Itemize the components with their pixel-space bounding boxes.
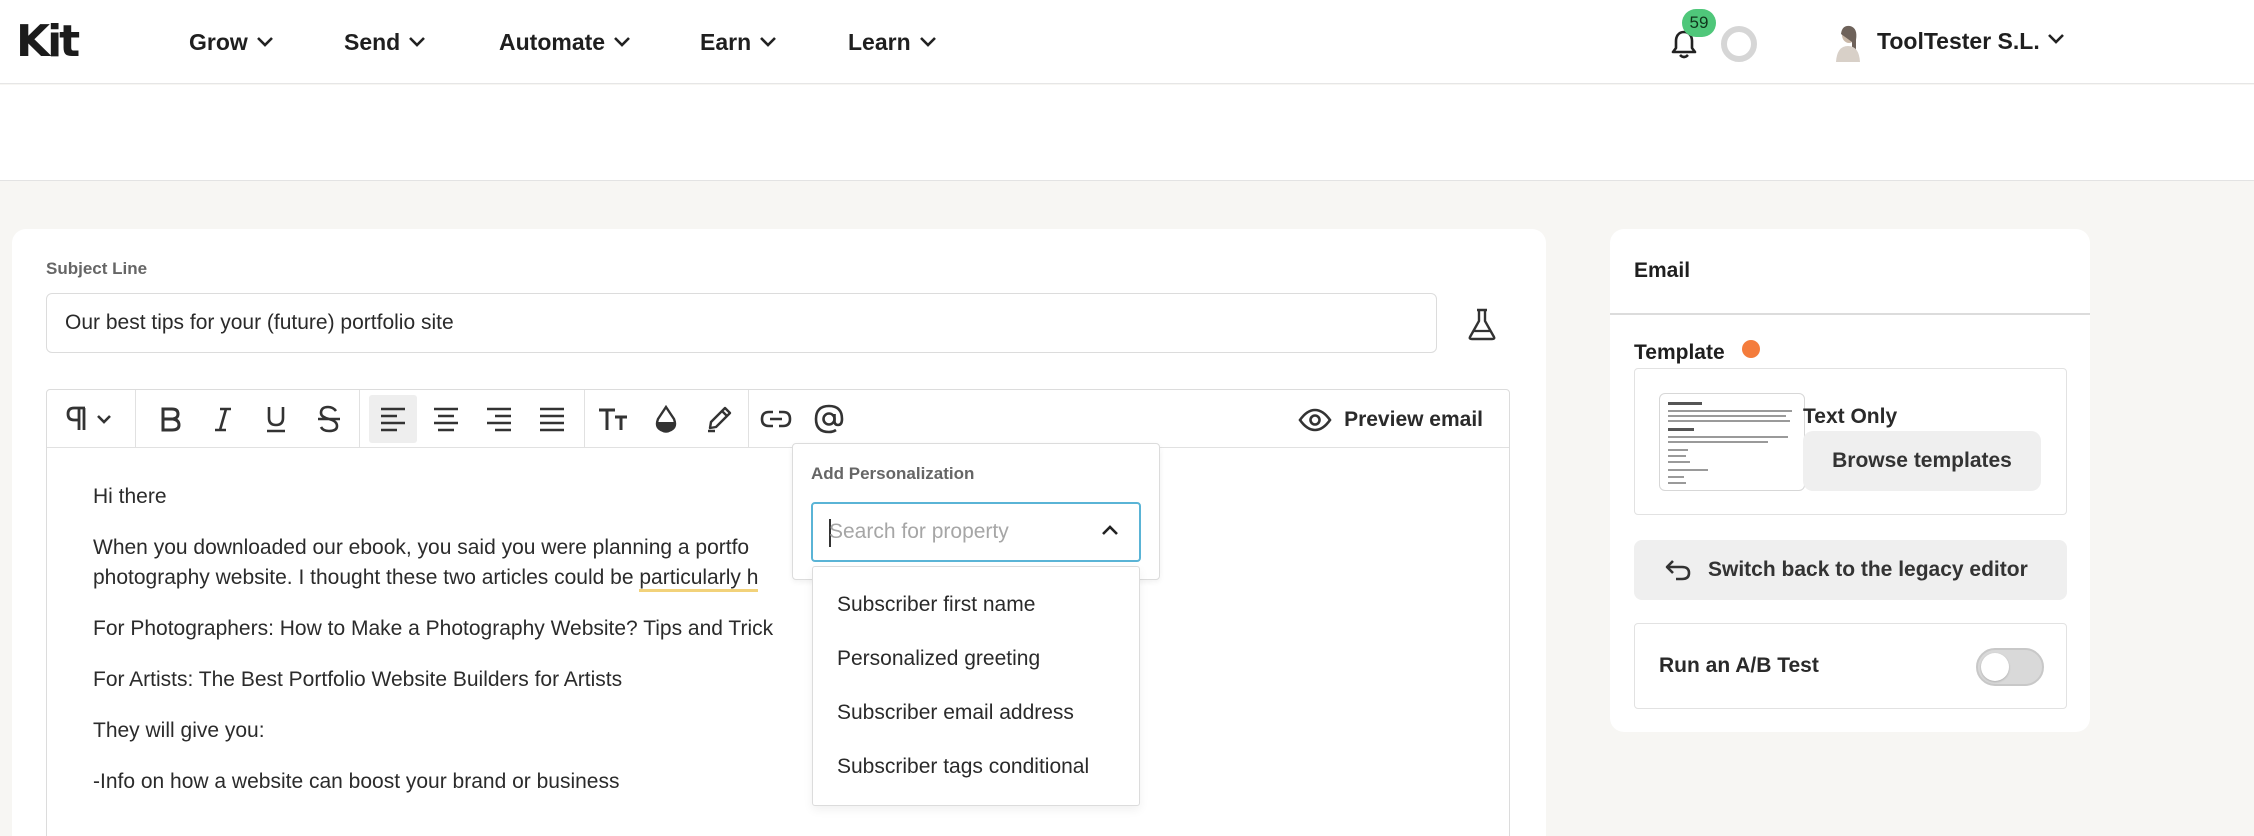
nav-automate-label: Automate — [499, 28, 606, 55]
align-center-icon — [434, 407, 458, 432]
highlighter-icon — [708, 406, 732, 433]
personalization-button[interactable] — [805, 395, 853, 443]
email-body-line[interactable]: When you downloaded our ebook, you said … — [93, 533, 749, 563]
link-button[interactable] — [752, 395, 800, 443]
nav-automate[interactable]: Automate — [499, 28, 631, 56]
undo-icon — [1665, 560, 1691, 581]
nav-grow-label: Grow — [189, 28, 248, 55]
nav-learn[interactable]: Learn — [848, 28, 937, 56]
email-body-line[interactable]: For Artists: The Best Portfolio Website … — [93, 665, 622, 695]
template-thumbnail[interactable] — [1659, 393, 1805, 491]
preview-email-button[interactable]: Preview email — [1298, 402, 1483, 438]
add-personalization-title: Add Personalization — [811, 464, 975, 483]
align-left-button[interactable] — [369, 395, 417, 443]
switch-legacy-editor-button[interactable]: Switch back to the legacy editor — [1634, 540, 2067, 600]
panel-title: Email — [1634, 259, 1691, 282]
highlight-button[interactable] — [695, 395, 743, 443]
email-body-line[interactable]: -Info on how a website can boost your br… — [93, 767, 619, 797]
loading-indicator — [1721, 26, 1757, 62]
font-size-icon — [599, 408, 627, 430]
paragraph-icon — [66, 406, 111, 430]
email-body-line[interactable]: They will give you: — [93, 716, 265, 746]
nav-earn[interactable]: Earn — [700, 28, 777, 56]
paragraph-style-dropdown[interactable] — [55, 395, 125, 443]
align-justify-icon — [540, 407, 564, 432]
subject-line-input[interactable]: Our best tips for your (future) portfoli… — [46, 293, 1437, 353]
nav-send-label: Send — [344, 28, 401, 55]
strikethrough-button[interactable] — [305, 395, 353, 443]
chevron-down-icon — [919, 37, 936, 47]
align-left-icon — [381, 407, 405, 432]
chevron-down-icon — [760, 37, 777, 47]
align-right-button[interactable] — [475, 395, 523, 443]
spellcheck-highlight: particularly h — [639, 566, 759, 592]
toolbar-divider — [359, 390, 360, 448]
template-name: Text Only — [1803, 405, 1898, 428]
underline-button[interactable] — [252, 395, 300, 443]
option-subscriber-tags-conditional[interactable]: Subscriber tags conditional — [837, 755, 1089, 779]
email-body-line[interactable]: For Photographers: How to Make a Photogr… — [93, 614, 773, 644]
option-subscriber-first-name[interactable]: Subscriber first name — [837, 593, 1035, 617]
option-subscriber-email-address[interactable]: Subscriber email address — [837, 701, 1074, 725]
toolbar-divider — [748, 390, 749, 448]
option-personalized-greeting[interactable]: Personalized greeting — [837, 647, 1040, 671]
link-icon — [760, 410, 792, 428]
align-center-button[interactable] — [422, 395, 470, 443]
property-options-list: Subscriber first name Personalized greet… — [812, 566, 1140, 806]
template-card: Text Only Browse templates — [1634, 368, 2067, 515]
align-right-icon — [487, 407, 511, 432]
text-color-button[interactable] — [642, 395, 690, 443]
switch-legacy-editor-label: Switch back to the legacy editor — [1708, 558, 2028, 581]
flask-icon[interactable] — [1464, 306, 1500, 342]
chevron-up-icon[interactable] — [1101, 524, 1119, 536]
email-body-line[interactable]: Hi there — [93, 482, 167, 512]
bold-button[interactable] — [146, 395, 194, 443]
toolbar-divider — [135, 390, 136, 448]
underline-icon — [267, 407, 285, 433]
rich-text-editor: Preview email Hi there When you download… — [46, 389, 1510, 836]
strikethrough-icon — [318, 405, 340, 433]
bold-icon — [161, 407, 181, 432]
toolbar-divider — [584, 390, 585, 448]
preview-email-label: Preview email — [1344, 408, 1483, 431]
nav-earn-label: Earn — [700, 28, 752, 55]
property-search-input[interactable]: Search for property — [811, 502, 1141, 562]
chevron-down-icon[interactable] — [2047, 33, 2065, 45]
email-settings-panel: Email Template Text Only Browse template… — [1610, 229, 2090, 732]
property-search-placeholder: Search for property — [829, 520, 1009, 543]
kit-logo[interactable]: Kit — [16, 20, 80, 64]
sub-header — [0, 85, 2254, 181]
avatar[interactable] — [1832, 24, 1864, 62]
italic-icon — [215, 407, 231, 432]
ab-test-card: Run an A/B Test — [1634, 623, 2067, 709]
email-body-line[interactable]: photography website. I thought these two… — [93, 563, 759, 593]
ab-test-label: Run an A/B Test — [1659, 654, 1819, 677]
user-account-name[interactable]: ToolTester S.L. — [1877, 28, 2040, 55]
nav-grow[interactable]: Grow — [189, 28, 274, 56]
add-personalization-popover: Add Personalization Search for property — [792, 443, 1160, 580]
align-justify-button[interactable] — [528, 395, 576, 443]
template-label: Template — [1634, 341, 1725, 364]
email-editor-card: Subject Line Our best tips for your (fut… — [12, 229, 1546, 836]
toggle-knob — [1981, 653, 2009, 681]
font-size-button[interactable] — [589, 395, 637, 443]
editor-toolbar: Preview email — [47, 390, 1509, 448]
panel-divider — [1610, 313, 2090, 315]
template-status-dot — [1742, 340, 1760, 358]
chevron-down-icon — [256, 37, 273, 47]
email-body-text: photography website. I thought these two… — [93, 566, 640, 589]
chevron-down-icon — [614, 37, 630, 47]
at-sign-icon — [814, 404, 844, 434]
ab-test-toggle[interactable] — [1976, 648, 2044, 686]
top-navigation: Kit Grow Send Automate Earn Learn 59 Too… — [0, 0, 2254, 84]
italic-button[interactable] — [199, 395, 247, 443]
browse-templates-button[interactable]: Browse templates — [1803, 431, 2041, 491]
notification-count-badge: 59 — [1682, 9, 1716, 37]
subject-line-label: Subject Line — [46, 259, 148, 278]
chevron-down-icon — [409, 37, 426, 47]
color-drop-icon — [655, 405, 677, 433]
nav-learn-label: Learn — [848, 28, 911, 55]
eye-icon — [1298, 408, 1332, 432]
nav-send[interactable]: Send — [344, 28, 426, 56]
